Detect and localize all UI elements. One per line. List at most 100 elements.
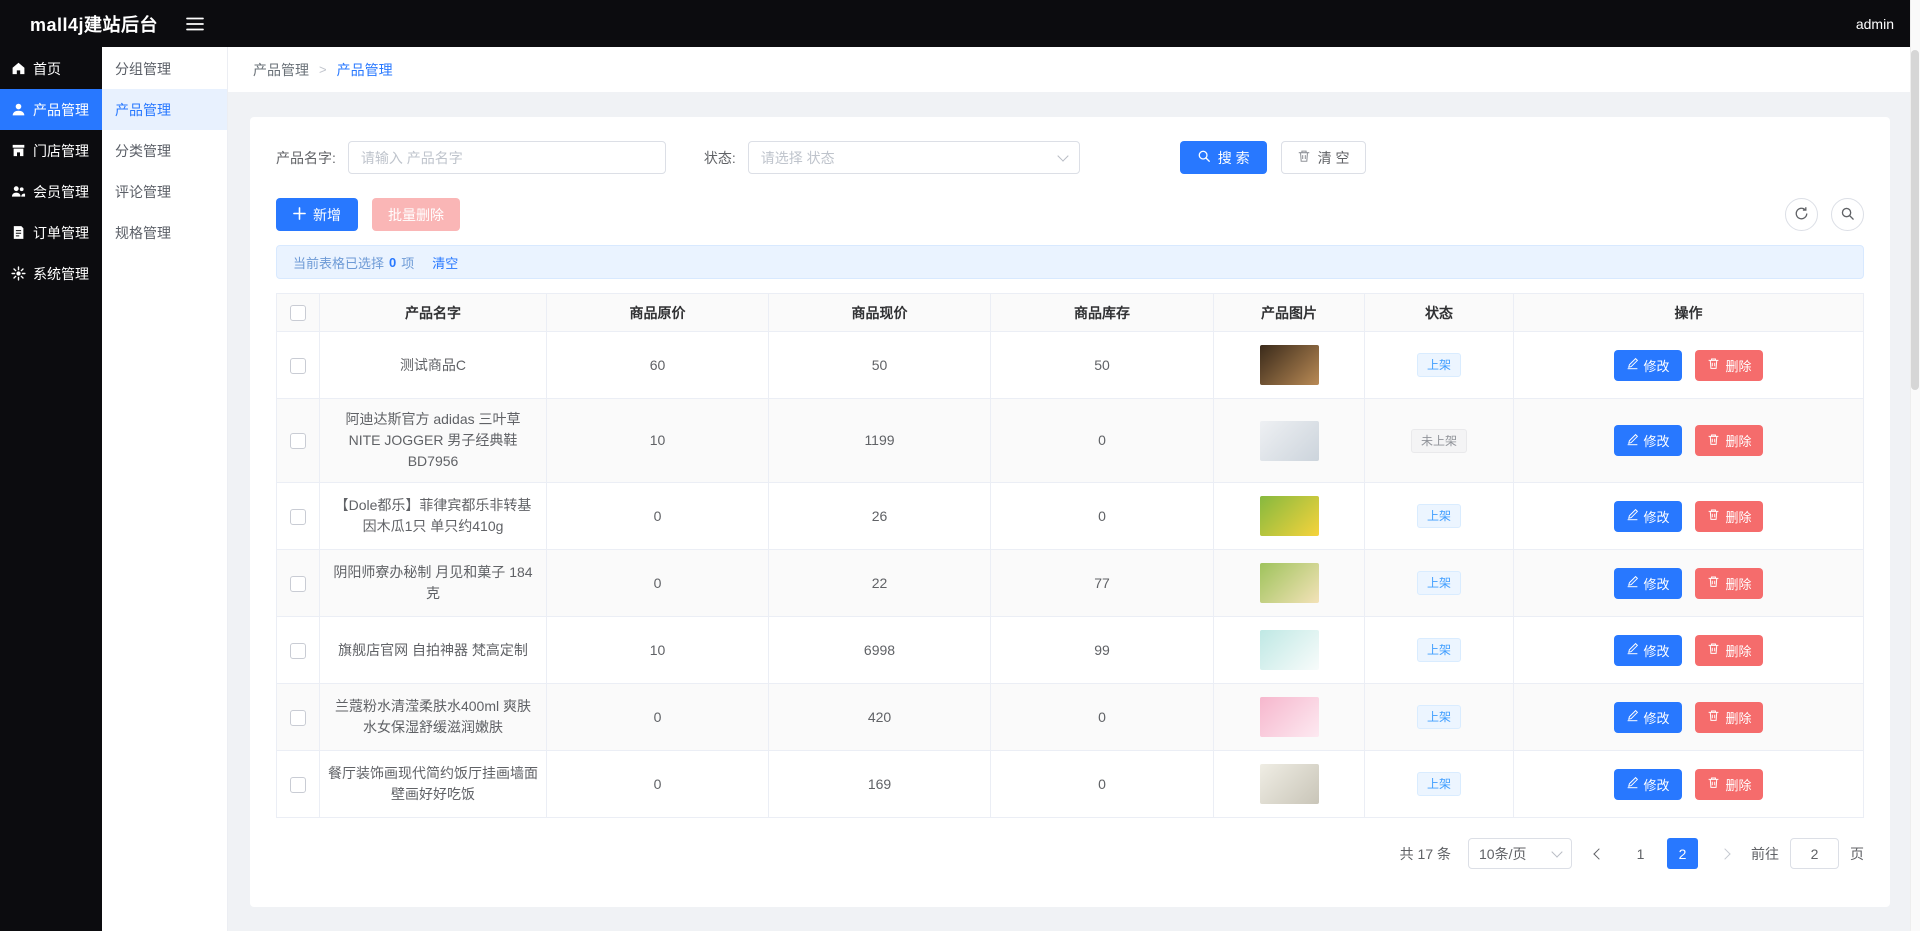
column-header: 状态 [1365, 294, 1514, 332]
sidebar-item-members[interactable]: 会员管理 [0, 171, 102, 212]
sidebar-item-label: 订单管理 [33, 223, 89, 243]
edit-icon [1626, 357, 1639, 373]
trash-icon [1707, 433, 1720, 449]
gear-icon [11, 266, 26, 281]
edit-button[interactable]: 修改 [1614, 568, 1682, 599]
page-size-value: 10条/页 [1479, 844, 1526, 864]
search-button[interactable]: 搜 索 [1180, 141, 1267, 174]
page-button-1[interactable]: 1 [1625, 838, 1656, 869]
delete-button[interactable]: 删除 [1695, 568, 1763, 599]
current-price: 1199 [769, 399, 991, 483]
original-price: 60 [547, 332, 769, 399]
status-badge: 上架 [1417, 571, 1461, 595]
edit-button[interactable]: 修改 [1614, 425, 1682, 456]
table-row: 测试商品C 60 50 50 上架 修改 删除 [277, 332, 1864, 399]
add-button[interactable]: 新增 [276, 198, 358, 231]
product-name-input[interactable] [348, 141, 666, 174]
stock: 0 [991, 684, 1214, 751]
delete-button[interactable]: 删除 [1695, 702, 1763, 733]
user-menu[interactable]: admin [1856, 16, 1894, 32]
delete-button[interactable]: 删除 [1695, 425, 1763, 456]
sidebar-item-home[interactable]: 首页 [0, 48, 102, 89]
row-checkbox[interactable] [290, 433, 306, 449]
breadcrumb-item-current[interactable]: 产品管理 [337, 60, 393, 80]
collapse-sidebar-icon[interactable] [186, 17, 204, 31]
edit-button-label: 修改 [1644, 431, 1670, 450]
toolbar-row: 新增 批量删除 [276, 198, 1864, 231]
page-size-select[interactable]: 10条/页 [1468, 838, 1572, 869]
stock: 77 [991, 550, 1214, 617]
scrollbar-thumb[interactable] [1911, 50, 1919, 390]
delete-button[interactable]: 删除 [1695, 769, 1763, 800]
edit-button[interactable]: 修改 [1614, 350, 1682, 381]
trash-icon [1707, 575, 1720, 591]
sidebar-item-system[interactable]: 系统管理 [0, 253, 102, 294]
product-image[interactable] [1260, 345, 1319, 385]
current-price: 169 [769, 751, 991, 818]
row-checkbox[interactable] [290, 509, 306, 525]
table-row: 餐厅装饰画现代简约饭厅挂画墙面壁画好好吃饭 0 169 0 上架 修改 删除 [277, 751, 1864, 818]
sidebar-item-products[interactable]: 产品管理 [0, 89, 102, 130]
stock: 99 [991, 617, 1214, 684]
status-badge: 上架 [1417, 504, 1461, 528]
refresh-button[interactable] [1785, 198, 1818, 231]
row-checkbox[interactable] [290, 358, 306, 374]
goto-page-input[interactable] [1790, 838, 1839, 869]
sidebar-item-label: 产品管理 [33, 100, 89, 120]
product-image[interactable] [1260, 496, 1319, 536]
row-checkbox[interactable] [290, 576, 306, 592]
toggle-search-button[interactable] [1831, 198, 1864, 231]
edit-button-label: 修改 [1644, 507, 1670, 526]
delete-button[interactable]: 删除 [1695, 350, 1763, 381]
row-checkbox[interactable] [290, 643, 306, 659]
delete-button[interactable]: 删除 [1695, 635, 1763, 666]
product-name: 【Dole都乐】菲律宾都乐非转基因木瓜1只 单只约410g [320, 483, 547, 550]
submenu-item-products[interactable]: 产品管理 [102, 89, 227, 130]
next-page-button[interactable] [1709, 838, 1740, 869]
submenu-item-categories[interactable]: 分类管理 [102, 130, 227, 171]
scrollbar-track[interactable] [1910, 0, 1920, 931]
trash-icon [1707, 776, 1720, 792]
row-checkbox[interactable] [290, 777, 306, 793]
edit-icon [1626, 508, 1639, 524]
submenu-item-specs[interactable]: 规格管理 [102, 212, 227, 253]
batch-delete-button[interactable]: 批量删除 [372, 198, 460, 231]
product-image[interactable] [1260, 697, 1319, 737]
edit-button-label: 修改 [1644, 775, 1670, 794]
product-name: 阴阳师寮办秘制 月见和菓子 184克 [320, 550, 547, 617]
product-image[interactable] [1260, 630, 1319, 670]
delete-button[interactable]: 删除 [1695, 501, 1763, 532]
edit-button[interactable]: 修改 [1614, 635, 1682, 666]
edit-icon [1626, 642, 1639, 658]
submenu-item-label: 分类管理 [115, 141, 171, 161]
submenu-item-comments[interactable]: 评论管理 [102, 171, 227, 212]
toolbar-right [1785, 198, 1864, 231]
select-all-checkbox[interactable] [290, 305, 306, 321]
clear-button[interactable]: 清 空 [1281, 141, 1366, 174]
edit-button[interactable]: 修改 [1614, 501, 1682, 532]
edit-button[interactable]: 修改 [1614, 702, 1682, 733]
sidebar-item-label: 系统管理 [33, 264, 89, 284]
chevron-down-icon [1057, 150, 1068, 161]
selection-clear-link[interactable]: 清空 [432, 253, 458, 272]
prev-page-button[interactable] [1583, 838, 1614, 869]
column-header: 产品图片 [1214, 294, 1365, 332]
main-sidebar: 首页 产品管理 门店管理 会员管理 [0, 47, 102, 931]
edit-icon [1626, 575, 1639, 591]
submenu-item-groups[interactable]: 分组管理 [102, 48, 227, 89]
plus-icon [293, 207, 306, 223]
row-checkbox[interactable] [290, 710, 306, 726]
product-image[interactable] [1260, 563, 1319, 603]
sidebar-item-stores[interactable]: 门店管理 [0, 130, 102, 171]
edit-button[interactable]: 修改 [1614, 769, 1682, 800]
status-select[interactable]: 请选择 状态 [748, 141, 1080, 174]
status-label: 状态: [704, 148, 736, 168]
page-button-2[interactable]: 2 [1667, 838, 1698, 869]
product-image[interactable] [1260, 421, 1319, 461]
chevron-down-icon [1551, 846, 1562, 857]
edit-button-label: 修改 [1644, 574, 1670, 593]
table-row: 兰蔻粉水清滢柔肤水400ml 爽肤水女保湿舒缓滋润嫩肤 0 420 0 上架 修… [277, 684, 1864, 751]
sidebar-item-orders[interactable]: 订单管理 [0, 212, 102, 253]
product-image[interactable] [1260, 764, 1319, 804]
edit-icon [1626, 709, 1639, 725]
